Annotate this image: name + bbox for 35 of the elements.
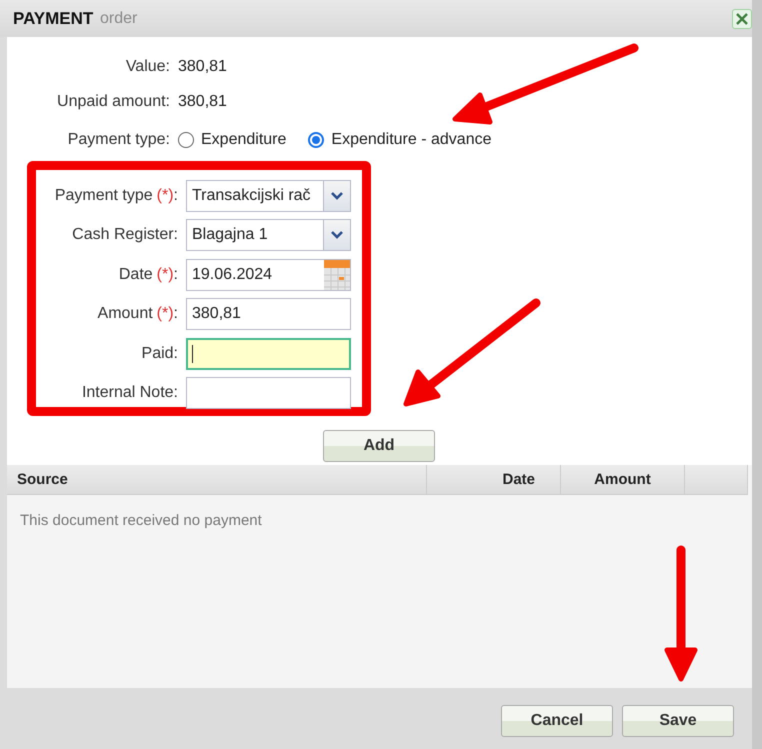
empty-message: This document received no payment bbox=[20, 512, 262, 529]
background-text: order bbox=[100, 10, 138, 28]
close-icon bbox=[735, 12, 749, 26]
field-label: Value: bbox=[124, 58, 171, 76]
field-label: Date (*): bbox=[118, 266, 179, 284]
date-field[interactable]: 19.06.2024 bbox=[186, 258, 351, 291]
close-button[interactable] bbox=[732, 9, 752, 29]
dropdown-field[interactable]: Blagajna 1 bbox=[186, 219, 351, 252]
input-field[interactable] bbox=[186, 377, 351, 410]
dialog-button[interactable]: Save bbox=[622, 704, 734, 736]
dialog-button[interactable]: Cancel bbox=[501, 704, 613, 736]
chevron-down-icon bbox=[331, 192, 343, 200]
input-field[interactable]: 380,81 bbox=[186, 298, 351, 330]
window-title: PAYMENT bbox=[13, 8, 94, 28]
column-header[interactable]: Date bbox=[427, 465, 561, 494]
column-header[interactable]: Amount bbox=[561, 465, 685, 494]
field-value: 380,81 bbox=[178, 92, 227, 110]
radio-option[interactable]: Expenditure bbox=[178, 130, 286, 148]
field-label: Payment type: bbox=[66, 130, 171, 148]
radio-button[interactable] bbox=[308, 132, 324, 148]
field-label: Cash Register: bbox=[71, 226, 179, 244]
column-header[interactable]: Source bbox=[7, 465, 427, 494]
radio-option[interactable]: Expenditure - advance bbox=[308, 130, 492, 148]
calendar-icon bbox=[324, 260, 350, 290]
field-label: Amount (*): bbox=[96, 305, 179, 324]
radio-button[interactable] bbox=[178, 132, 194, 148]
field-label: Paid: bbox=[140, 344, 179, 363]
dropdown-field[interactable]: Transakcijski rač bbox=[186, 180, 351, 212]
field-label: Payment type (*): bbox=[54, 186, 179, 205]
chevron-down-icon bbox=[331, 231, 343, 240]
field-label: Unpaid amount: bbox=[56, 92, 171, 110]
field-value: 380,81 bbox=[178, 58, 227, 76]
field-label: Internal Note: bbox=[80, 384, 179, 402]
add-button[interactable]: Add bbox=[323, 430, 435, 462]
input-field[interactable] bbox=[186, 338, 351, 370]
